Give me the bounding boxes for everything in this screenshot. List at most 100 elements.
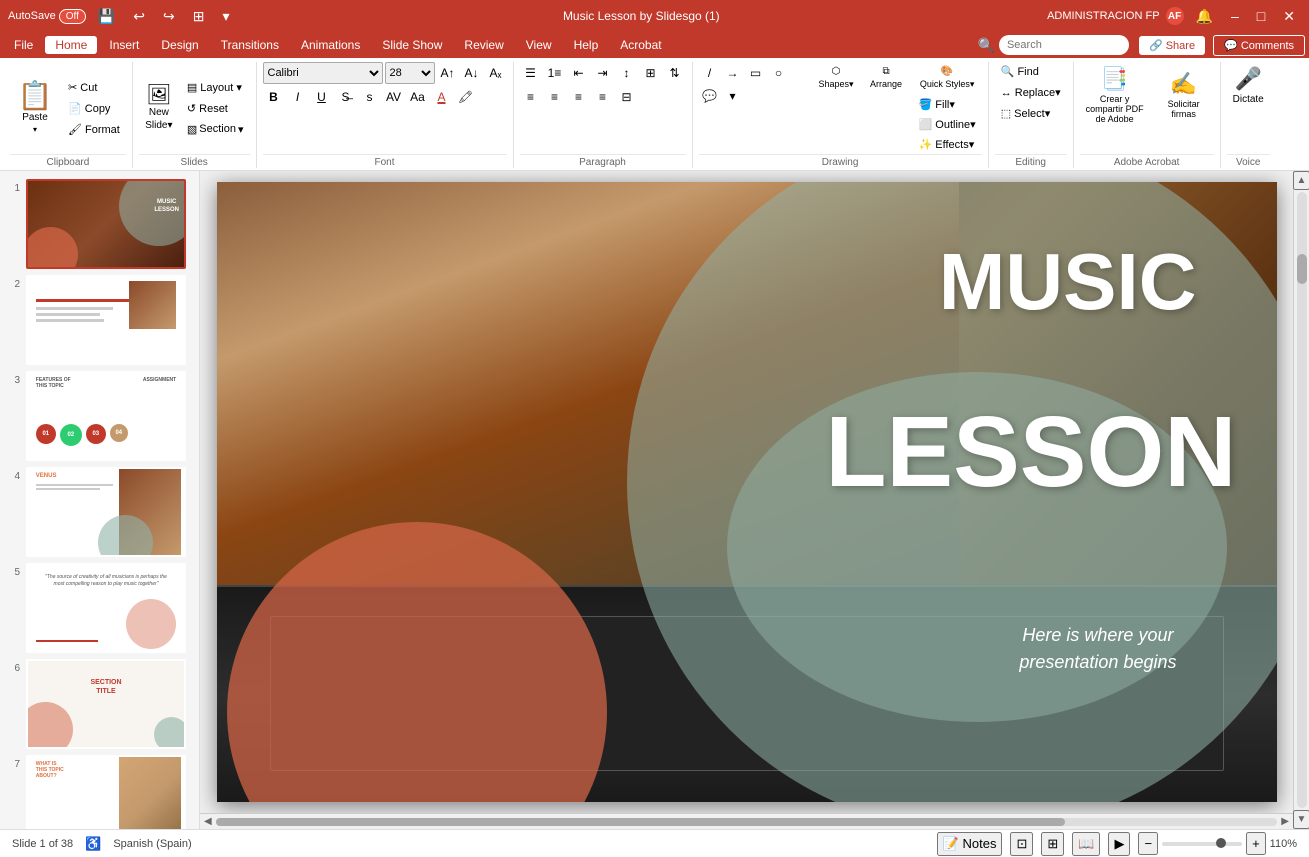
create-pdf-button[interactable]: 📑 Crear y compartir PDF de Adobe (1080, 62, 1150, 128)
text-direction-button[interactable]: ⇅ (664, 62, 686, 84)
scroll-left-button[interactable]: ◀ (204, 816, 212, 827)
bullets-button[interactable]: ☰ (520, 62, 542, 84)
vertical-scrollbar[interactable]: ▲ ▼ (1293, 171, 1309, 829)
justify-button[interactable]: ≡ (592, 86, 614, 108)
autosave-toggle[interactable]: Off (59, 9, 86, 24)
redo-button[interactable]: ↪ (157, 6, 181, 27)
slide-canvas-area[interactable]: MUSIC LESSON Here is where yourpresentat… (200, 171, 1293, 813)
menu-acrobat[interactable]: Acrobat (610, 36, 671, 54)
italic-button[interactable]: I (287, 86, 309, 108)
customize-button[interactable]: ▾ (217, 6, 236, 27)
copy-button[interactable]: 📄 Copy (62, 99, 126, 118)
zoom-slider[interactable] (1162, 842, 1242, 846)
slide-thumb-7[interactable]: 7 WHAT ISTHIS TOPICABOUT? (6, 755, 193, 829)
decrease-indent-button[interactable]: ⇤ (568, 62, 590, 84)
smart-art-button[interactable]: ⊟ (616, 86, 638, 108)
font-case-button[interactable]: Aa (407, 86, 429, 108)
new-slide-button[interactable]: 🖼 New Slide▾ (139, 81, 179, 135)
slide-img-7[interactable]: WHAT ISTHIS TOPICABOUT? (26, 755, 186, 829)
increase-indent-button[interactable]: ⇥ (592, 62, 614, 84)
char-spacing-button[interactable]: AV (383, 86, 405, 108)
format-painter-button[interactable]: 🖌 Format (62, 120, 126, 139)
v-scroll-track[interactable] (1297, 192, 1307, 808)
decrease-font-button[interactable]: A↓ (461, 62, 483, 84)
slide-thumb-4[interactable]: 4 VENUS (6, 467, 193, 557)
strikethrough-button[interactable]: S̶ (335, 86, 357, 108)
shape-more[interactable]: ▾ (722, 85, 744, 107)
slide-img-5[interactable]: "The source of creativity of all musicia… (26, 563, 186, 653)
scroll-up-button[interactable]: ▲ (1293, 171, 1309, 190)
save-button[interactable]: 💾 (92, 6, 121, 27)
quick-styles-button[interactable]: 🎨 Quick Styles▾ (913, 62, 982, 94)
menu-review[interactable]: Review (454, 36, 513, 54)
slideshow-button[interactable]: ▶ (1108, 832, 1130, 856)
slide-img-2[interactable] (26, 275, 186, 365)
search-input[interactable] (999, 35, 1129, 55)
find-button[interactable]: 🔍 Find (995, 62, 1067, 81)
close-button[interactable]: ✕ (1277, 6, 1301, 27)
slide-img-1[interactable]: MUSICLESSON (26, 179, 186, 269)
shape-effects-button[interactable]: ✨ Effects▾ (913, 135, 982, 154)
slide-thumb-5[interactable]: 5 "The source of creativity of all music… (6, 563, 193, 653)
menu-home[interactable]: Home (45, 36, 97, 54)
share-button[interactable]: 🔗 Share (1139, 36, 1205, 55)
present-button[interactable]: ⊞ (187, 6, 211, 27)
align-right-button[interactable]: ≡ (568, 86, 590, 108)
user-avatar[interactable]: AF (1166, 7, 1184, 25)
slide-thumb-6[interactable]: 6 SECTIONTITLE (6, 659, 193, 749)
menu-help[interactable]: Help (564, 36, 609, 54)
align-center-button[interactable]: ≡ (544, 86, 566, 108)
numbering-button[interactable]: 1≡ (544, 62, 566, 84)
menu-transitions[interactable]: Transitions (211, 36, 289, 54)
select-button[interactable]: ⬚ Select▾ (995, 104, 1067, 123)
reset-button[interactable]: ↺ Reset (181, 99, 250, 118)
paste-button[interactable]: 📋 Paste ▾ (10, 78, 60, 138)
font-size-select[interactable]: 28 (385, 62, 435, 84)
font-color-button[interactable]: A (431, 86, 453, 108)
shape-rect[interactable]: ▭ (745, 62, 767, 84)
slide-thumb-1[interactable]: 1 MUSICLESSON (6, 179, 193, 269)
menu-file[interactable]: File (4, 36, 43, 54)
slide-sorter-button[interactable]: ⊞ (1041, 832, 1064, 856)
shapes-button[interactable]: ⬡ Shapes▾ (813, 62, 860, 94)
layout-button[interactable]: ▤ Layout ▾ (181, 78, 250, 97)
undo-button[interactable]: ↩ (127, 6, 151, 27)
ribbon-toggle-icon[interactable]: 🔔 (1190, 6, 1219, 27)
scroll-right-button[interactable]: ▶ (1281, 816, 1289, 827)
slide-img-6[interactable]: SECTIONTITLE (26, 659, 186, 749)
replace-button[interactable]: ↔ Replace▾ (995, 83, 1067, 102)
slide-thumb-3[interactable]: 3 FEATURES OFTHIS TOPIC ASSIGNMENT 01 02… (6, 371, 193, 461)
menu-animations[interactable]: Animations (291, 36, 370, 54)
menu-view[interactable]: View (516, 36, 562, 54)
minimize-button[interactable]: – (1225, 6, 1245, 26)
menu-slideshow[interactable]: Slide Show (372, 36, 452, 54)
slides-scroll[interactable]: 1 MUSICLESSON 2 (0, 171, 199, 829)
request-signatures-button[interactable]: ✍ Solicitar firmas (1154, 62, 1214, 128)
clear-format-button[interactable]: Aₓ (485, 62, 507, 84)
slide-main-canvas[interactable]: MUSIC LESSON Here is where yourpresentat… (217, 182, 1277, 802)
slide-subtitle[interactable]: Here is where yourpresentation begins (1019, 622, 1176, 676)
shape-arrow[interactable]: → (722, 62, 744, 84)
slide-img-3[interactable]: FEATURES OFTHIS TOPIC ASSIGNMENT 01 02 0… (26, 371, 186, 461)
shape-outline-button[interactable]: ⬜ Outline▾ (913, 115, 982, 134)
comments-button[interactable]: 💬 Comments (1213, 35, 1305, 56)
slide-title-music[interactable]: MUSIC (939, 242, 1197, 322)
align-left-button[interactable]: ≡ (520, 86, 542, 108)
scroll-down-button[interactable]: ▼ (1293, 810, 1309, 829)
arrange-button[interactable]: ⧉ Arrange (864, 62, 909, 93)
notes-button[interactable]: 📝 Notes (937, 832, 1003, 856)
zoom-out-button[interactable]: − (1138, 832, 1158, 855)
maximize-button[interactable]: □ (1251, 6, 1271, 26)
slide-thumb-2[interactable]: 2 (6, 275, 193, 365)
highlight-button[interactable]: 🖍 (455, 86, 477, 108)
columns-button[interactable]: ⊞ (640, 62, 662, 84)
section-button[interactable]: ▧ Section ▾ (181, 120, 250, 139)
reading-view-button[interactable]: 📖 (1072, 832, 1100, 856)
shadow-button[interactable]: s (359, 86, 381, 108)
slide-title-lesson[interactable]: LESSON (825, 402, 1236, 502)
shape-line[interactable]: / (699, 62, 721, 84)
line-spacing-button[interactable]: ↕ (616, 62, 638, 84)
font-family-select[interactable]: Calibri (263, 62, 383, 84)
increase-font-button[interactable]: A↑ (437, 62, 459, 84)
slide-img-4[interactable]: VENUS (26, 467, 186, 557)
